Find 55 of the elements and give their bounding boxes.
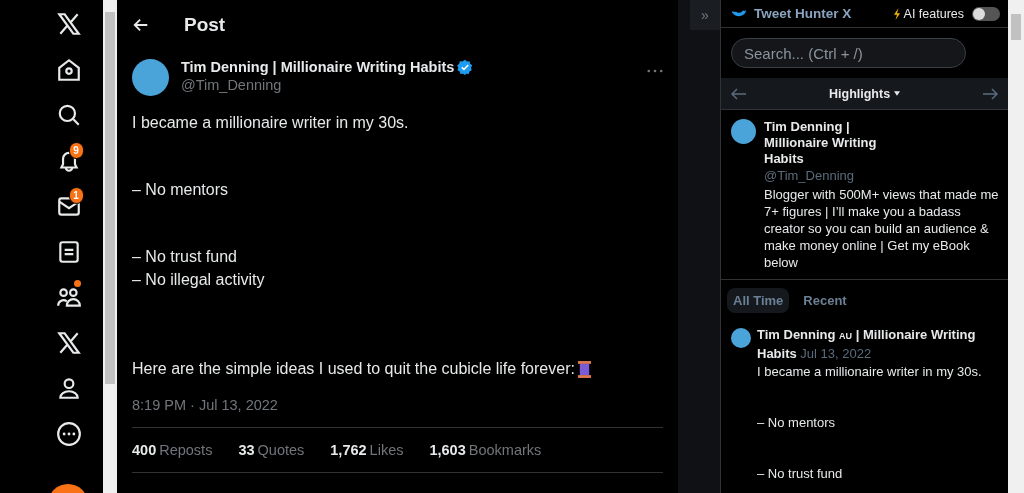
filter-tab[interactable]: All Time — [727, 288, 790, 313]
left-arrow-icon[interactable] — [731, 87, 747, 100]
tweet-author-name: Tim Denning — [757, 327, 836, 342]
scrollbar-thumb[interactable] — [105, 12, 115, 384]
avatar — [731, 328, 751, 348]
page-title: Post — [184, 14, 226, 36]
ai-features-toggle[interactable] — [972, 6, 1000, 21]
home-icon[interactable] — [55, 56, 82, 83]
post-text: – No illegal activity — [132, 270, 265, 290]
stat-count[interactable]: 1,762 — [330, 442, 367, 458]
tweet-text: – No trust fund — [757, 465, 844, 483]
back-arrow-icon[interactable] — [132, 16, 150, 34]
post-text: – No mentors — [132, 180, 229, 200]
x-logo-icon[interactable] — [55, 11, 82, 37]
post-timestamp[interactable]: 8:19 PM · Jul 13, 2022 — [132, 397, 663, 428]
profile-handle: @Tim_Denning — [764, 167, 856, 184]
notification-badge: 9 — [68, 141, 84, 159]
tweet-text: – No mentors — [757, 414, 837, 432]
stat-count[interactable]: 1,603 — [429, 442, 466, 458]
stat-count[interactable]: 400 — [132, 442, 157, 458]
author-name[interactable]: Tim Denning | Millionaire Writing Habits — [181, 59, 455, 75]
right-arrow-icon[interactable] — [982, 87, 998, 100]
ai-features-label: AI features — [903, 6, 964, 21]
post-text: – No trust fund — [132, 247, 237, 267]
profile-name: Tim Denning | — [764, 119, 851, 135]
country-code: AU — [839, 331, 853, 341]
author-handle[interactable]: @Tim_Denning — [181, 77, 647, 93]
stat-label[interactable]: Reposts — [159, 442, 213, 458]
tweet-text: I became a millionaire writer in my 30s. — [757, 363, 982, 381]
stat-count[interactable]: 33 — [238, 442, 255, 458]
filter-tab[interactable]: Recent — [797, 288, 853, 313]
collapse-button[interactable]: » — [690, 0, 720, 30]
post-text: I became a millionaire writer in my 30s. — [132, 113, 409, 133]
tweet-author-name: Habits — [757, 346, 797, 361]
notification-badge: 1 — [68, 187, 84, 204]
tweet-author-name: | Millionaire Writing — [855, 327, 976, 342]
search-field[interactable]: Search... (Ctrl + /) — [731, 38, 966, 68]
tweet-date: Jul 13, 2022 — [800, 346, 872, 361]
avatar[interactable] — [132, 59, 169, 96]
scrollbar-thumb[interactable] — [1011, 14, 1021, 40]
more-icon[interactable] — [55, 420, 82, 447]
profile-name: Habits — [764, 151, 805, 167]
caret-icon[interactable] — [894, 91, 901, 96]
x-logo-icon[interactable] — [55, 329, 82, 356]
stat-label[interactable]: Likes — [369, 442, 404, 458]
more-options-icon[interactable] — [647, 69, 663, 73]
stat-label[interactable]: Quotes — [257, 442, 305, 458]
lightning-icon — [892, 7, 901, 20]
profile-name: Millionaire Writing — [764, 135, 878, 151]
post-text: Here are the simple ideas I used to quit the cubicle life forever: — [132, 359, 575, 379]
profile-bio: Blogger with 500M+ views that made me 7+ figures | I’ll make you a badass creator so you can build an audience & make money online | Get my eBook below — [764, 186, 1000, 271]
highlights-dropdown[interactable]: Highlights — [829, 86, 891, 101]
brand-name: Tweet Hunter X — [754, 6, 853, 21]
stat-label[interactable]: Bookmarks — [468, 442, 542, 458]
avatar — [731, 119, 756, 144]
